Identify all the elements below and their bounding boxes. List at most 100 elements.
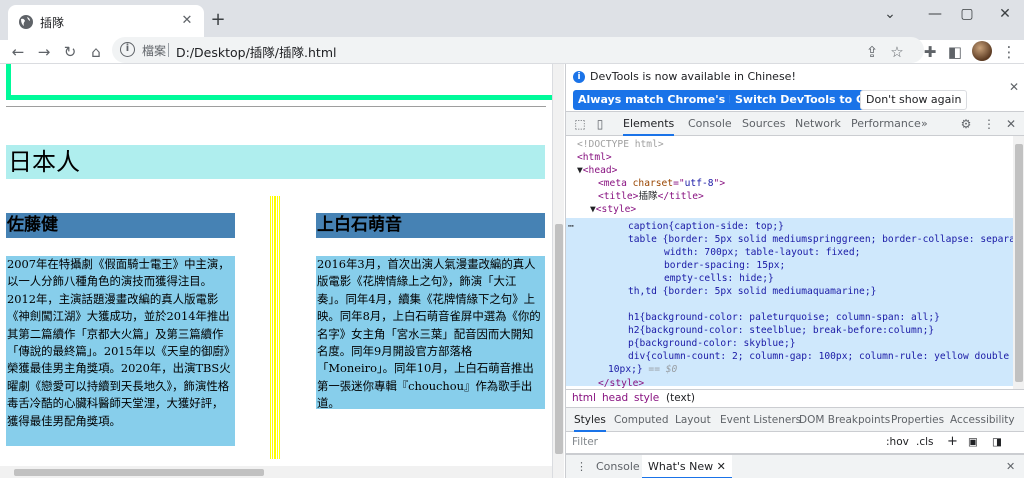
- css-line[interactable]: empty-cells: hide;}: [664, 272, 774, 285]
- banner-close-icon[interactable]: ✕: [1009, 80, 1019, 94]
- title-node[interactable]: <title>插隊</title>: [598, 190, 704, 203]
- class-toggle[interactable]: .cls: [916, 436, 934, 448]
- side-panel-icon[interactable]: ◧: [945, 42, 965, 62]
- elements-scrollbar[interactable]: [1013, 136, 1024, 389]
- tab-performance[interactable]: Performance: [851, 112, 921, 136]
- paint-brush-icon[interactable]: ▣: [968, 436, 978, 448]
- drawer-tab-whats-new-label: What's New: [648, 460, 714, 473]
- elements-tree: <!DOCTYPE html> <html> ▼<head> <meta cha…: [566, 136, 1013, 389]
- home-icon[interactable]: ⌂: [86, 42, 106, 62]
- styles-subtabs: Styles Computed Layout Event Listeners D…: [566, 408, 1024, 432]
- new-style-rule-icon[interactable]: +: [947, 434, 958, 449]
- tab-sources[interactable]: Sources: [742, 112, 786, 136]
- info-icon: i: [573, 71, 585, 83]
- css-line[interactable]: th,td {border: 5px solid mediumaquamarin…: [628, 285, 876, 298]
- tab-dom-breakpoints[interactable]: DOM Breakpoints: [799, 408, 890, 432]
- info-icon[interactable]: i: [120, 42, 135, 57]
- tab-console[interactable]: Console: [688, 112, 732, 136]
- inspect-element-icon[interactable]: ⬚: [572, 116, 588, 132]
- more-tabs-icon[interactable]: »: [921, 112, 928, 136]
- filter-input[interactable]: Filter: [572, 436, 598, 448]
- head-node[interactable]: ▼<head>: [577, 164, 617, 177]
- meta-node[interactable]: <meta charset="utf-8">: [598, 177, 725, 190]
- css-line[interactable]: caption{caption-side: top;}: [628, 220, 784, 233]
- drawer-tab-console[interactable]: Console: [596, 455, 640, 478]
- new-tab-button[interactable]: +: [208, 10, 228, 30]
- tab-close-icon[interactable]: ✕: [178, 12, 196, 30]
- dont-show-again-button[interactable]: Don't show again: [860, 90, 968, 110]
- share-icon[interactable]: ⇪: [862, 42, 882, 62]
- tab-network[interactable]: Network: [795, 112, 841, 136]
- computed-sidebar-icon[interactable]: ◨: [992, 436, 1002, 448]
- close-window-button[interactable]: ✕: [990, 4, 1020, 24]
- crumb-html[interactable]: html: [572, 392, 596, 404]
- profile-avatar[interactable]: [972, 41, 992, 61]
- extensions-icon[interactable]: ✚: [920, 42, 940, 62]
- devtools-panel: i DevTools is now available in Chinese! …: [565, 64, 1024, 478]
- file-label: 檔案: [142, 44, 167, 58]
- style-close-node[interactable]: </style>: [598, 377, 644, 389]
- breadcrumb: html head style (text): [566, 389, 1024, 408]
- page-horizontal-scroll-thumb[interactable]: [14, 469, 264, 476]
- elements-scroll-thumb[interactable]: [1015, 144, 1023, 382]
- tab-event-listeners[interactable]: Event Listeners: [720, 408, 801, 432]
- horizontal-rule: [6, 106, 546, 107]
- heading-sato-takeru: 佐藤健: [6, 213, 235, 238]
- bio-sato-takeru: 2007年在特攝劇《假面騎士電王》中主演，以一人分飾八種角色的演技而獲得注目。2…: [6, 256, 235, 446]
- device-toolbar-icon[interactable]: ▯: [592, 116, 608, 132]
- crumb-text[interactable]: (text): [666, 392, 695, 404]
- page-viewport: 日本人 佐藤健 2007年在特攝劇《假面騎士電王》中主演，以一人分飾八種角色的演…: [0, 64, 552, 478]
- tab-properties[interactable]: Properties: [891, 408, 944, 432]
- table-border: [6, 64, 552, 100]
- drawer-menu-icon[interactable]: ⋮: [576, 455, 587, 478]
- page-vertical-scrollbar[interactable]: [552, 64, 564, 478]
- devtools-drawer: ⋮ Console What's New ✕ ✕: [566, 454, 1024, 478]
- bookmark-star-icon[interactable]: ☆: [887, 42, 907, 62]
- back-icon[interactable]: ←: [8, 42, 28, 62]
- tab-accessibility[interactable]: Accessibility: [950, 408, 1015, 432]
- hover-state-toggle[interactable]: :hov: [886, 436, 909, 448]
- drawer-close-icon[interactable]: ✕: [1006, 455, 1015, 478]
- window-collapse-icon[interactable]: ⌄: [875, 4, 905, 24]
- css-line[interactable]: width: 700px; table-layout: fixed;: [664, 246, 860, 259]
- reload-icon[interactable]: ↻: [60, 42, 80, 62]
- css-line[interactable]: div{column-count: 2; column-gap: 100px; …: [628, 350, 1009, 363]
- maximize-button[interactable]: ▢: [952, 4, 982, 24]
- banner-message: DevTools is now available in Chinese!: [590, 70, 796, 83]
- crumb-head[interactable]: head: [602, 392, 628, 404]
- tab-styles[interactable]: Styles: [574, 408, 606, 432]
- forward-icon[interactable]: →: [34, 42, 54, 62]
- tab-title: 插隊: [40, 16, 65, 30]
- css-line[interactable]: h1{background-color: paleturquoise; colu…: [628, 311, 940, 324]
- heading-japanese: 日本人: [6, 145, 545, 179]
- html-node[interactable]: <html>: [577, 151, 612, 164]
- settings-gear-icon[interactable]: ⚙: [958, 116, 974, 132]
- doctype-node[interactable]: <!DOCTYPE html>: [577, 138, 664, 151]
- styles-filter-bar: Filter :hov .cls + ▣ ◨: [566, 432, 1024, 454]
- devtools-tabs: ⬚ ▯ Elements Console Sources Network Per…: [566, 112, 1024, 136]
- browser-tab[interactable]: 插隊 ✕: [8, 5, 204, 40]
- minimize-button[interactable]: —: [920, 4, 950, 24]
- crumb-style[interactable]: style: [634, 392, 659, 404]
- ellipsis-icon[interactable]: ⋯: [568, 220, 574, 233]
- browser-menu-icon[interactable]: ⋮: [999, 42, 1019, 62]
- url-text[interactable]: D:/Desktop/插隊/插隊.html: [176, 42, 336, 61]
- css-line[interactable]: border-spacing: 15px;: [664, 259, 785, 272]
- devtools-close-icon[interactable]: ✕: [1003, 116, 1019, 132]
- css-line[interactable]: 10px;} == $0: [608, 363, 677, 376]
- page-vertical-scroll-thumb[interactable]: [555, 224, 563, 454]
- tab-strip: 插隊 ✕ + ⌄ — ▢ ✕: [0, 0, 1024, 40]
- drawer-tab-whats-new[interactable]: What's New ✕: [642, 455, 732, 478]
- tab-elements[interactable]: Elements: [623, 112, 675, 136]
- css-line[interactable]: table {border: 5px solid mediumspringgre…: [628, 233, 1013, 246]
- tab-layout[interactable]: Layout: [675, 408, 711, 432]
- tab-computed[interactable]: Computed: [614, 408, 669, 432]
- language-banner: i DevTools is now available in Chinese! …: [566, 64, 1024, 112]
- css-line[interactable]: p{background-color: skyblue;}: [628, 337, 796, 350]
- devtools-menu-icon[interactable]: ⋮: [981, 116, 997, 132]
- address-bar[interactable]: i 檔案 D:/Desktop/插隊/插隊.html: [112, 37, 924, 63]
- page-horizontal-scrollbar[interactable]: [0, 466, 552, 478]
- css-line[interactable]: h2{background-color: steelblue; break-be…: [628, 324, 934, 337]
- bio-kamishiraishi-mone: 2016年3月，首次出演人氣漫畫改編的真人版電影《花牌情緣上之句》，飾演「大江奏…: [316, 256, 545, 410]
- style-node[interactable]: ▼<style>: [590, 203, 636, 216]
